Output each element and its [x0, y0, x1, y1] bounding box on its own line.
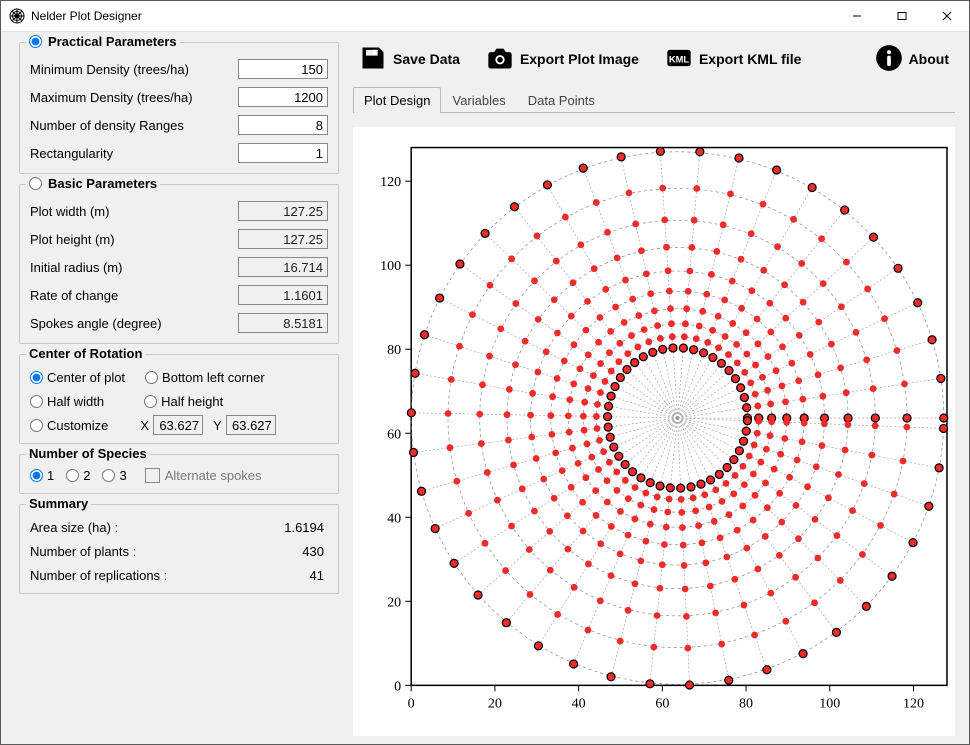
summary-group: Summary Area size (ha) :1.6194 Number of…	[19, 504, 339, 594]
min-density-label: Minimum Density (trees/ha)	[30, 62, 238, 77]
species-1-option[interactable]: 1	[30, 468, 54, 483]
right-panel: Save Data Export Plot Image KML Export K…	[347, 32, 969, 744]
reps-label: Number of replications :	[30, 568, 240, 583]
svg-text:100: 100	[380, 258, 401, 274]
species-3-option[interactable]: 3	[102, 468, 126, 483]
window-title: Nelder Plot Designer	[31, 9, 142, 23]
area-value: 1.6194	[240, 520, 328, 535]
rate-change-input	[238, 285, 328, 305]
basic-legend: Basic Parameters	[48, 176, 157, 191]
plants-value: 430	[240, 544, 328, 559]
minimize-button[interactable]	[834, 1, 879, 31]
rectangularity-label: Rectangularity	[30, 146, 238, 161]
left-panel: Practical Parameters Minimum Density (tr…	[1, 32, 347, 744]
species-2-radio[interactable]	[66, 469, 79, 482]
nelder-plot: 0 20 40 60 80 100 120 0 20 40 60 80 100 120	[353, 127, 955, 736]
center-rotation-group: Center of Rotation Center of plot Bottom…	[19, 354, 339, 444]
practical-mode-radio[interactable]	[29, 35, 42, 48]
half-height-radio[interactable]	[144, 395, 157, 408]
half-width-option[interactable]: Half width	[30, 394, 104, 409]
svg-text:0: 0	[394, 678, 401, 694]
initial-radius-input	[238, 257, 328, 277]
svg-text:80: 80	[739, 695, 753, 711]
svg-text:20: 20	[488, 695, 502, 711]
half-height-option[interactable]: Half height	[144, 394, 223, 409]
center-plot-radio[interactable]	[30, 371, 43, 384]
practical-legend: Practical Parameters	[48, 34, 177, 49]
toolbar: Save Data Export Plot Image KML Export K…	[351, 36, 957, 80]
species-group: Number of Species 1 2 3 Alternate spokes	[19, 454, 339, 494]
max-density-label: Maximum Density (trees/ha)	[30, 90, 238, 105]
bottom-left-option[interactable]: Bottom left corner	[145, 370, 265, 385]
initial-radius-label: Initial radius (m)	[30, 260, 238, 275]
practical-parameters-group: Practical Parameters Minimum Density (tr…	[19, 42, 339, 174]
center-legend: Center of Rotation	[29, 346, 142, 361]
summary-legend: Summary	[29, 496, 88, 511]
about-button[interactable]: About	[875, 44, 949, 75]
tab-data-points[interactable]: Data Points	[517, 87, 606, 113]
svg-text:60: 60	[387, 426, 401, 442]
customize-radio[interactable]	[30, 419, 43, 432]
half-width-radio[interactable]	[30, 395, 43, 408]
max-density-input[interactable]	[238, 87, 328, 107]
min-density-input[interactable]	[238, 59, 328, 79]
rate-change-label: Rate of change	[30, 288, 238, 303]
num-ranges-input[interactable]	[238, 115, 328, 135]
svg-text:100: 100	[819, 695, 840, 711]
bottom-left-radio[interactable]	[145, 371, 158, 384]
app-window: Nelder Plot Designer Practical Parameter…	[0, 0, 970, 745]
center-x-input	[153, 415, 203, 435]
species-1-radio[interactable]	[30, 469, 43, 482]
center-plot-option[interactable]: Center of plot	[30, 370, 125, 385]
center-y-label: Y	[213, 418, 222, 433]
svg-text:40: 40	[387, 510, 401, 526]
info-icon	[875, 44, 903, 75]
alternate-spokes-label: Alternate spokes	[165, 468, 262, 483]
tab-bar: Plot Design Variables Data Points	[353, 84, 955, 113]
rectangularity-input[interactable]	[238, 143, 328, 163]
num-ranges-label: Number of density Ranges	[30, 118, 238, 133]
spokes-angle-input	[238, 313, 328, 333]
tab-plot-design[interactable]: Plot Design	[353, 87, 441, 113]
camera-icon	[486, 44, 514, 75]
species-2-option[interactable]: 2	[66, 468, 90, 483]
species-legend: Number of Species	[29, 446, 147, 461]
center-y-input	[226, 415, 276, 435]
alternate-spokes-checkbox[interactable]	[145, 468, 160, 483]
maximize-button[interactable]	[879, 1, 924, 31]
customize-option[interactable]: Customize	[30, 418, 108, 433]
species-3-radio[interactable]	[102, 469, 115, 482]
svg-text:0: 0	[408, 695, 415, 711]
plot-height-input	[238, 229, 328, 249]
plants-label: Number of plants :	[30, 544, 240, 559]
basic-mode-radio[interactable]	[29, 177, 42, 190]
app-icon	[9, 8, 25, 24]
spokes-angle-label: Spokes angle (degree)	[30, 316, 238, 331]
area-label: Area size (ha) :	[30, 520, 240, 535]
svg-text:80: 80	[387, 342, 401, 358]
close-button[interactable]	[924, 1, 969, 31]
svg-text:20: 20	[387, 594, 401, 610]
center-x-label: X	[140, 418, 149, 433]
plot-height-label: Plot height (m)	[30, 232, 238, 247]
export-kml-button[interactable]: KML Export KML file	[665, 44, 801, 75]
svg-text:60: 60	[655, 695, 669, 711]
plot-area: 0 20 40 60 80 100 120 0 20 40 60 80 100 120	[353, 127, 955, 736]
reps-value: 41	[240, 568, 328, 583]
basic-parameters-group: Basic Parameters Plot width (m) Plot hei…	[19, 184, 339, 344]
tab-variables[interactable]: Variables	[441, 87, 516, 113]
svg-text:40: 40	[572, 695, 586, 711]
titlebar: Nelder Plot Designer	[1, 1, 969, 32]
plot-width-label: Plot width (m)	[30, 204, 238, 219]
export-image-button[interactable]: Export Plot Image	[486, 44, 639, 75]
save-data-button[interactable]: Save Data	[359, 44, 460, 75]
save-icon	[359, 44, 387, 75]
kml-icon: KML	[665, 44, 693, 75]
plot-width-input	[238, 201, 328, 221]
svg-text:KML: KML	[669, 54, 690, 64]
svg-text:120: 120	[903, 695, 924, 711]
svg-text:120: 120	[380, 174, 401, 190]
